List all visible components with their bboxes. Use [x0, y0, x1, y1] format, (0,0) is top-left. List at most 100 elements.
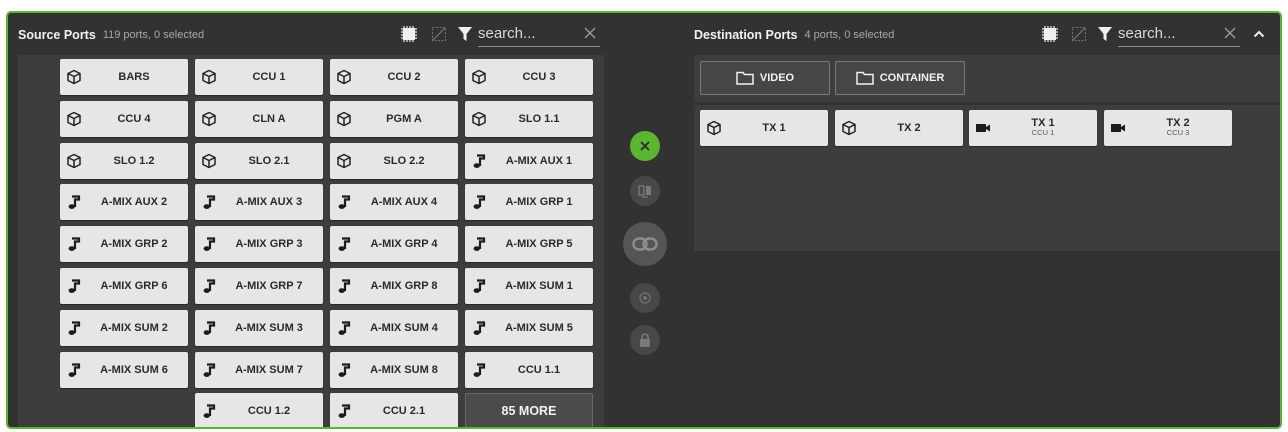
- clear-selection-button[interactable]: [630, 131, 660, 161]
- port-label: A-MIX SUM 6: [100, 363, 168, 376]
- cube-icon: [706, 120, 722, 136]
- source-port-button[interactable]: CCU 4: [60, 100, 188, 137]
- source-search-field: [478, 21, 600, 47]
- source-port-button[interactable]: A-MIX GRP 8: [330, 268, 458, 304]
- source-port-button[interactable]: A-MIX SUM 7: [195, 351, 323, 388]
- lock-button[interactable]: [630, 325, 660, 355]
- folder-button-video[interactable]: VIDEO: [700, 61, 830, 95]
- music-note-icon: [66, 194, 82, 210]
- port-label: A-MIX SUM 3: [235, 321, 303, 334]
- port-label: A-MIX GRP 3: [235, 238, 303, 251]
- source-port-button[interactable]: SLO 2.1: [195, 142, 323, 179]
- port-label: A-MIX GRP 7: [235, 280, 303, 292]
- port-label: A-MIX GRP 4: [370, 238, 438, 251]
- port-label: A-MIX GRP 8: [370, 280, 438, 292]
- port-label: TX 2: [897, 122, 921, 134]
- cube-icon: [66, 69, 82, 85]
- source-port-button[interactable]: A-MIX AUX 4: [330, 184, 458, 221]
- source-port-button[interactable]: A-MIX SUM 8: [330, 351, 458, 388]
- source-port-button[interactable]: A-MIX SUM 1: [465, 268, 593, 304]
- music-note-icon: [471, 362, 487, 378]
- music-note-icon: [471, 278, 487, 294]
- cube-icon: [336, 111, 352, 127]
- target-button[interactable]: [630, 283, 660, 313]
- music-note-icon: [471, 236, 487, 252]
- source-title: Source Ports: [18, 27, 96, 42]
- port-label: CLN A: [252, 112, 286, 125]
- source-port-button[interactable]: A-MIX SUM 5: [465, 309, 593, 346]
- cube-icon: [66, 111, 82, 127]
- destination-search-input[interactable]: [1118, 25, 1203, 42]
- cube-icon: [201, 69, 217, 85]
- source-port-button[interactable]: SLO 1.2: [60, 142, 188, 179]
- deselect-all-icon[interactable]: [1070, 25, 1088, 43]
- folder-label: VIDEO: [759, 72, 795, 84]
- port-label: SLO 1.2: [113, 154, 155, 167]
- destination-port-button[interactable]: TX 2 CCU 3: [1104, 110, 1232, 146]
- source-port-button[interactable]: A-MIX GRP 1: [465, 184, 593, 221]
- source-count: 119 ports, 0 selected: [102, 28, 205, 41]
- destination-port-button[interactable]: TX 1 CCU 1: [969, 110, 1097, 146]
- source-search-input[interactable]: [478, 25, 563, 42]
- folder-button-container[interactable]: CONTAINER: [835, 61, 965, 95]
- folder-icon: [855, 71, 874, 85]
- source-port-button[interactable]: CCU 2: [330, 59, 458, 95]
- source-port-button[interactable]: BARS: [60, 59, 188, 95]
- source-port-button[interactable]: A-MIX AUX 1: [465, 142, 593, 179]
- filter-icon[interactable]: [456, 25, 474, 43]
- music-note-icon: [336, 194, 352, 210]
- destination-port-button[interactable]: TX 2: [835, 110, 963, 146]
- source-port-button[interactable]: A-MIX GRP 7: [195, 268, 323, 304]
- port-label: A-MIX SUM 2: [100, 321, 168, 334]
- music-note-icon: [336, 320, 352, 336]
- music-note-icon: [336, 403, 352, 419]
- source-port-button[interactable]: A-MIX GRP 3: [195, 226, 323, 263]
- source-port-button[interactable]: A-MIX SUM 4: [330, 309, 458, 346]
- source-port-button[interactable]: A-MIX SUM 6: [60, 351, 188, 388]
- source-port-button[interactable]: SLO 2.2: [330, 142, 458, 179]
- port-label: A-MIX AUX 4: [370, 196, 438, 209]
- port-label: A-MIX SUM 8: [370, 363, 438, 376]
- source-port-button[interactable]: A-MIX SUM 2: [60, 309, 188, 346]
- music-note-icon: [336, 278, 352, 294]
- source-port-button[interactable]: CCU 1.2: [195, 393, 323, 427]
- source-port-button[interactable]: CLN A: [195, 100, 323, 137]
- source-port-button[interactable]: CCU 2.1: [330, 393, 458, 427]
- port-label: CCU 2: [387, 71, 421, 83]
- source-port-button[interactable]: A-MIX AUX 2: [60, 184, 188, 221]
- source-port-button[interactable]: A-MIX GRP 6: [60, 268, 188, 304]
- deselect-all-icon[interactable]: [430, 25, 448, 43]
- music-note-icon: [66, 236, 82, 252]
- music-note-icon: [66, 320, 82, 336]
- music-note-icon: [201, 236, 217, 252]
- source-port-button[interactable]: SLO 1.1: [465, 100, 593, 137]
- source-port-button[interactable]: PGM A: [330, 100, 458, 137]
- port-label: A-MIX GRP 1: [505, 196, 573, 209]
- destination-search-clear-icon[interactable]: [1222, 25, 1238, 41]
- source-port-button[interactable]: A-MIX AUX 3: [195, 184, 323, 221]
- cube-icon: [336, 153, 352, 169]
- show-more-button[interactable]: 85 MORE: [465, 393, 593, 427]
- collapse-chevron-up-icon[interactable]: [1250, 25, 1268, 43]
- music-note-icon: [201, 403, 217, 419]
- source-search-clear-icon[interactable]: [582, 25, 598, 41]
- select-all-icon[interactable]: [1041, 25, 1059, 43]
- source-port-button[interactable]: CCU 1: [195, 59, 323, 95]
- source-port-button[interactable]: A-MIX GRP 5: [465, 226, 593, 263]
- music-note-icon: [66, 362, 82, 378]
- source-port-button[interactable]: A-MIX GRP 2: [60, 226, 188, 263]
- source-port-button[interactable]: A-MIX GRP 4: [330, 226, 458, 263]
- select-all-icon[interactable]: [400, 25, 418, 43]
- filter-icon[interactable]: [1096, 25, 1114, 43]
- destination-port-button[interactable]: TX 1: [700, 110, 828, 146]
- music-note-icon: [201, 362, 217, 378]
- link-button[interactable]: [623, 222, 667, 266]
- source-port-button[interactable]: CCU 1.1: [465, 351, 593, 388]
- cube-icon: [201, 111, 217, 127]
- swap-button[interactable]: [630, 176, 660, 206]
- source-port-button[interactable]: CCU 3: [465, 59, 593, 95]
- port-label: TX 1: [762, 122, 786, 134]
- port-label: A-MIX SUM 4: [370, 321, 438, 334]
- port-label: CCU 2.1: [382, 405, 426, 418]
- source-port-button[interactable]: A-MIX SUM 3: [195, 309, 323, 346]
